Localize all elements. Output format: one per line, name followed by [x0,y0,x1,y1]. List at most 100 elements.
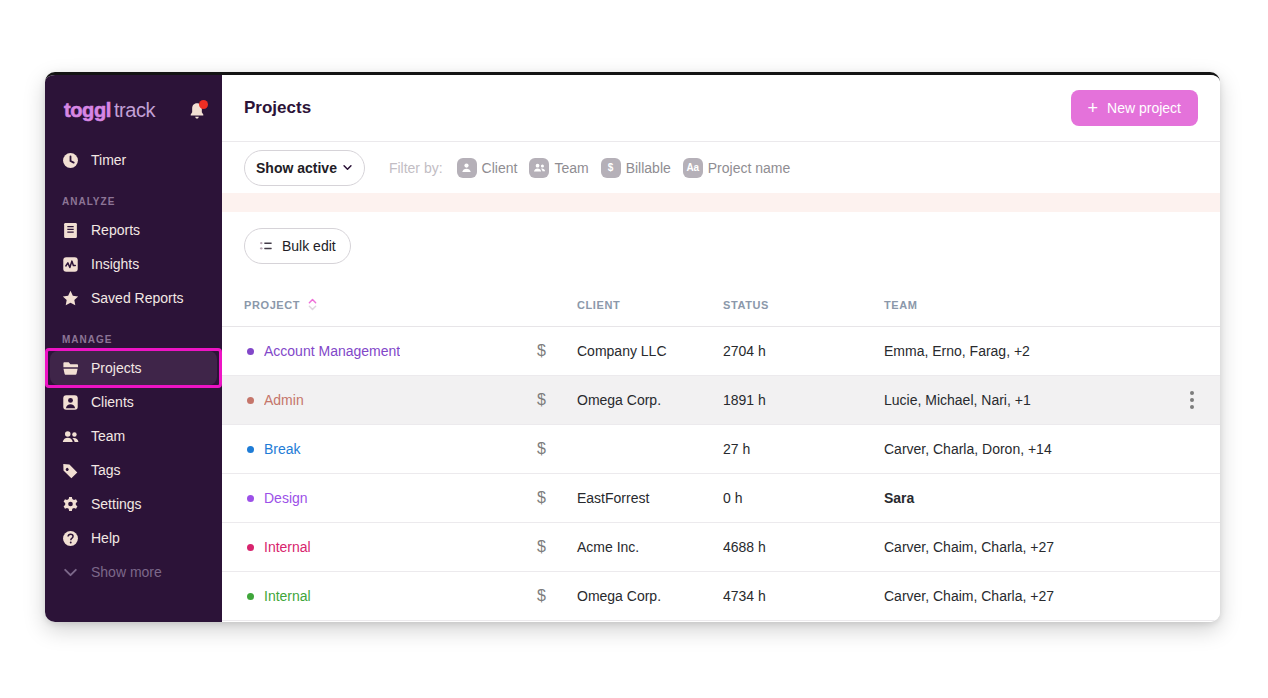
app-window: toggltrack Timer ANALYZE Reports Insight… [45,72,1220,622]
tag-icon [62,462,79,479]
filter-chip-billable[interactable]: $ Billable [601,158,671,178]
sidebar-item-saved-reports[interactable]: Saved Reports [45,281,222,315]
sidebar: toggltrack Timer ANALYZE Reports Insight… [45,75,222,622]
sidebar-item-show-more[interactable]: Show more [45,555,222,589]
column-project[interactable]: PROJECT [244,299,300,311]
status-cell: 27 h [723,441,884,457]
status-cell: 0 h [723,490,884,506]
sidebar-item-insights[interactable]: Insights [45,247,222,281]
chevron-down-icon [342,162,353,173]
table-row[interactable]: Account Management $ Company LLC 2704 h … [222,327,1220,376]
bulk-edit-icon [259,239,273,253]
filter-bar: Show active Filter by: Client Team $ Bil… [222,141,1220,193]
toggl-logo: toggltrack [64,99,155,122]
status-cell: 4734 h [723,588,884,604]
project-name[interactable]: Internal [264,588,311,604]
notification-dot [199,100,208,109]
bulk-edit-button[interactable]: Bulk edit [244,228,351,264]
billable-dollar-icon: $ [537,538,577,556]
main-content: Projects + New project Show active Filte… [222,75,1220,622]
project-name[interactable]: Break [264,441,301,457]
star-icon [62,290,79,307]
billable-dollar-icon: $ [537,489,577,507]
insights-icon [62,256,79,273]
client-cell: Omega Corp. [577,588,723,604]
team-icon [62,428,79,445]
project-name[interactable]: Internal [264,539,311,555]
notifications-bell-icon[interactable] [188,102,206,120]
project-color-dot [247,495,254,502]
client-cell: EastForrest [577,490,723,506]
project-color-dot [247,544,254,551]
client-cell: Acme Inc. [577,539,723,555]
sidebar-item-settings[interactable]: Settings [45,487,222,521]
sidebar-item-help[interactable]: Help [45,521,222,555]
plus-icon: + [1088,99,1099,117]
team-cell: Sara [884,490,1158,506]
person-icon [457,158,477,178]
column-team[interactable]: TEAM [884,299,1158,311]
table-body: Account Management $ Company LLC 2704 h … [222,327,1220,622]
status-cell: 4688 h [723,539,884,555]
table-row[interactable]: Internal $ Omega Corp. 4734 h Carver, Ch… [222,572,1220,621]
table-row[interactable]: Admin $ Omega Corp. 1891 h Lucie, Michae… [222,376,1220,425]
project-color-dot [247,593,254,600]
sidebar-item-reports[interactable]: Reports [45,213,222,247]
reports-icon [62,222,79,239]
client-icon [62,394,79,411]
page-title: Projects [244,98,311,118]
project-name[interactable]: Admin [264,392,304,408]
table-header: PROJECT CLIENT STATUS TEAM [222,283,1220,327]
dollar-icon: $ [601,158,621,178]
team-cell: Lucie, Michael, Nari, +1 [884,392,1158,408]
table-row[interactable]: Break $ 27 h Carver, Charla, Doron, +14 [222,425,1220,474]
people-icon [529,158,549,178]
status-cell: 2704 h [723,343,884,359]
show-active-dropdown[interactable]: Show active [244,150,365,186]
project-color-dot [247,446,254,453]
status-cell: 1891 h [723,392,884,408]
table-row[interactable]: Design $ EastForrest 0 h Sara [222,474,1220,523]
project-color-dot [247,397,254,404]
sidebar-item-clients[interactable]: Clients [45,385,222,419]
filter-chip-project-name[interactable]: Aa Project name [683,158,790,178]
sidebar-item-timer[interactable]: Timer [45,143,222,177]
table-row[interactable]: Internal $ Acme Inc. 4688 h Carver, Chai… [222,523,1220,572]
row-menu-kebab-icon[interactable] [1190,391,1194,409]
toolbar: Bulk edit [222,212,1220,264]
project-color-dot [247,348,254,355]
sidebar-nav: Timer ANALYZE Reports Insights Saved Rep… [45,143,222,589]
sidebar-item-team[interactable]: Team [45,419,222,453]
filter-by-label: Filter by: [389,160,443,176]
filter-chip-team[interactable]: Team [529,158,588,178]
billable-dollar-icon: $ [537,440,577,458]
chevron-icon [62,564,79,581]
team-cell: Carver, Charla, Doron, +14 [884,441,1158,457]
page-header: Projects + New project [222,75,1220,141]
client-cell: Omega Corp. [577,392,723,408]
timer-icon [62,152,79,169]
project-name[interactable]: Account Management [264,343,400,359]
filter-chips: Client Team $ Billable Aa Project name [457,158,791,178]
billable-dollar-icon: $ [537,391,577,409]
gear-icon [62,496,79,513]
column-client[interactable]: CLIENT [577,299,723,311]
folder-icon [62,360,79,377]
highlight-band [222,193,1220,212]
sidebar-item-projects[interactable]: Projects [50,351,217,385]
sidebar-section-manage: MANAGE [45,329,222,349]
project-name[interactable]: Design [264,490,308,506]
billable-dollar-icon: $ [537,587,577,605]
new-project-button[interactable]: + New project [1071,90,1198,126]
billable-dollar-icon: $ [537,342,577,360]
sidebar-item-tags[interactable]: Tags [45,453,222,487]
sidebar-section-analyze: ANALYZE [45,191,222,211]
filter-chip-client[interactable]: Client [457,158,518,178]
Aa-icon: Aa [683,158,703,178]
help-icon [62,530,79,547]
column-status[interactable]: STATUS [723,299,884,311]
sort-icon[interactable] [308,298,317,311]
team-cell: Carver, Chaim, Charla, +27 [884,588,1158,604]
team-cell: Emma, Erno, Farag, +2 [884,343,1158,359]
team-cell: Carver, Chaim, Charla, +27 [884,539,1158,555]
